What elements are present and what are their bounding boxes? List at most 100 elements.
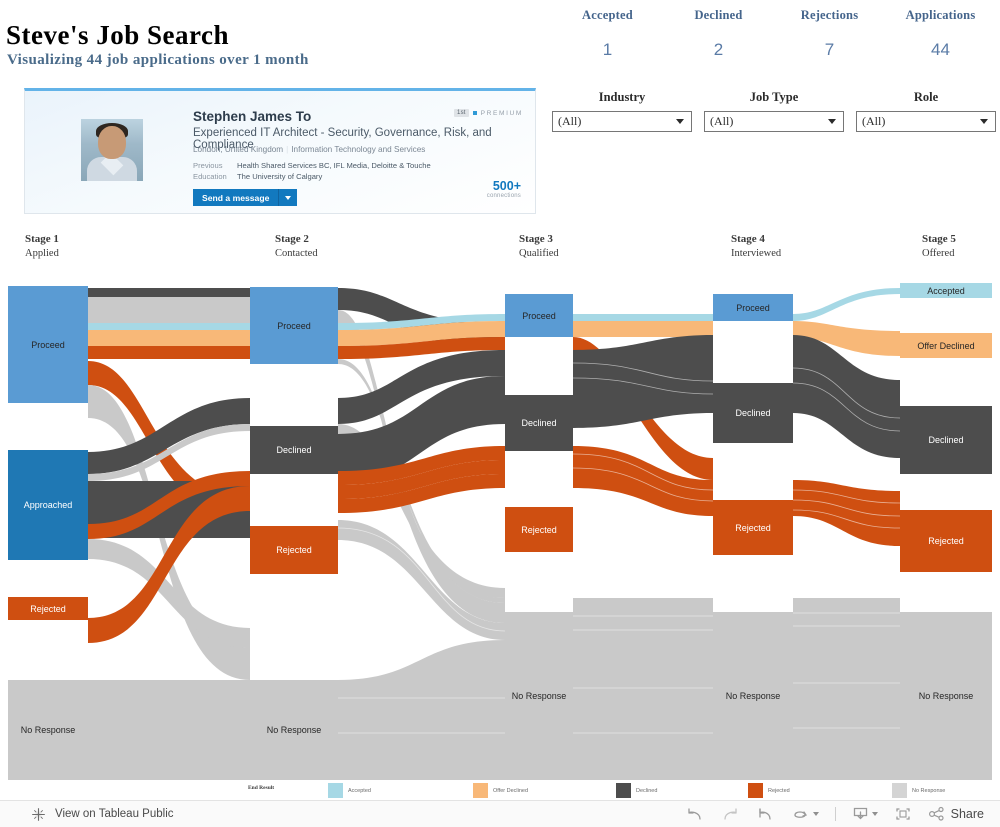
download-icon[interactable] xyxy=(852,806,878,822)
job-type-dropdown[interactable]: (All) xyxy=(704,111,844,132)
chevron-down-icon[interactable] xyxy=(279,195,297,200)
node-stage5-no-response[interactable]: No Response xyxy=(900,612,992,780)
legend-swatch-icon xyxy=(892,783,907,798)
fullscreen-icon[interactable] xyxy=(894,806,912,822)
connections-label: connections xyxy=(486,193,521,199)
view-on-tableau-public-button[interactable]: View on Tableau Public xyxy=(30,806,174,823)
job-type-dropdown-value: (All) xyxy=(710,114,734,128)
legend-swatch-icon xyxy=(328,783,343,798)
legend-item-declined[interactable]: Declined xyxy=(616,783,657,798)
legend-item-no-response[interactable]: No Response xyxy=(892,783,945,798)
avatar xyxy=(81,119,143,181)
toolbar-actions: Share xyxy=(686,806,984,822)
role-dropdown[interactable]: (All) xyxy=(856,111,996,132)
chevron-down-icon[interactable] xyxy=(812,812,819,816)
send-message-label: Send a message xyxy=(202,192,270,203)
undo-icon[interactable] xyxy=(686,807,705,822)
kpi-label: Rejections xyxy=(800,8,859,22)
node-stage2-proceed[interactable]: Proceed xyxy=(250,287,338,364)
kpi-accepted: Accepted 1 xyxy=(552,8,663,60)
profile-education-row: Education The University of Calgary xyxy=(193,172,431,181)
connections-block: 500+ connections xyxy=(487,179,521,199)
node-stage5-rejected[interactable]: Rejected xyxy=(900,510,992,572)
page-title: Steve's Job Search xyxy=(6,20,229,50)
node-stage1-rejected[interactable]: Rejected xyxy=(8,597,88,620)
kpi-label: Applications xyxy=(905,8,976,22)
linkedin-profile-card: Stephen James To Experienced IT Architec… xyxy=(24,88,536,214)
node-stage2-no-response[interactable]: No Response xyxy=(250,680,338,780)
legend-swatch-icon xyxy=(748,783,763,798)
send-message-button[interactable]: Send a message xyxy=(193,189,298,206)
dashboard-root: Steve's Job Search Visualizing 44 job ap… xyxy=(0,0,1000,827)
chevron-down-icon[interactable] xyxy=(871,812,878,816)
legend-swatch-icon xyxy=(473,783,488,798)
node-stage5-offer-declined[interactable]: Offer Declined xyxy=(900,333,992,358)
profile-previous-label: Previous xyxy=(193,161,223,170)
node-stage5-declined[interactable]: Declined xyxy=(900,406,992,474)
legend: End Result Accepted Offer Declined Decli… xyxy=(248,782,1000,800)
sankey-flows: .fProceed{fill:#5a9bd3}.fAcc{fill:#a6d8e… xyxy=(88,288,901,780)
profile-previous-value: Health Shared Services BC, IFL Media, De… xyxy=(237,161,431,170)
legend-label: Declined xyxy=(636,787,658,794)
node-stage3-rejected[interactable]: Rejected xyxy=(505,507,573,552)
node-stage4-no-response[interactable]: No Response xyxy=(713,612,793,780)
share-button[interactable]: Share xyxy=(928,806,984,822)
node-stage3-no-response[interactable]: No Response xyxy=(505,612,573,780)
industry-dropdown-value: (All) xyxy=(558,114,582,128)
filter-row: Industry (All) Job Type (All) Role (All) xyxy=(552,90,996,132)
chevron-down-icon xyxy=(676,119,684,124)
legend-label: Rejected xyxy=(768,787,790,794)
node-stage3-declined[interactable]: Declined xyxy=(505,395,573,451)
kpi-value: 1 xyxy=(602,40,613,59)
toolbar-divider xyxy=(834,807,836,821)
profile-previous-row: Previous Health Shared Services BC, IFL … xyxy=(193,161,431,170)
kpi-declined: Declined 2 xyxy=(663,8,774,60)
node-stage1-proceed[interactable]: Proceed xyxy=(8,286,88,403)
connections-count: 500+ xyxy=(492,179,521,193)
profile-name: Stephen James To xyxy=(193,109,312,124)
node-stage4-declined[interactable]: Declined xyxy=(713,383,793,443)
kpi-value: 44 xyxy=(931,40,950,59)
kpi-label: Accepted xyxy=(582,8,633,22)
chevron-down-icon xyxy=(828,119,836,124)
profile-location: London, United Kingdom xyxy=(193,145,284,154)
profile-industry: Information Technology and Services xyxy=(291,145,426,154)
node-stage3-proceed[interactable]: Proceed xyxy=(505,294,573,337)
legend-title: End Result xyxy=(248,785,275,791)
share-label: Share xyxy=(950,807,984,821)
profile-education-value: The University of Calgary xyxy=(237,172,323,181)
kpi-label: Declined xyxy=(694,8,743,22)
filter-label: Industry xyxy=(598,90,646,104)
page-subtitle: Visualizing 44 job applications over 1 m… xyxy=(7,52,309,68)
bottom-toolbar: View on Tableau Public Share xyxy=(0,800,1000,827)
node-stage2-rejected[interactable]: Rejected xyxy=(250,526,338,574)
kpi-applications: Applications 44 xyxy=(885,8,996,60)
tableau-logo-icon xyxy=(32,807,45,821)
sankey-chart: Stage 1 Applied Stage 2 Contacted Stage … xyxy=(0,228,1000,780)
legend-item-accepted[interactable]: Accepted xyxy=(328,783,371,798)
node-stage4-rejected[interactable]: Rejected xyxy=(713,500,793,555)
profile-education-label: Education xyxy=(193,172,227,181)
refresh-icon[interactable] xyxy=(791,807,819,822)
legend-item-rejected[interactable]: Rejected xyxy=(748,783,790,798)
legend-item-offer-declined[interactable]: Offer Declined xyxy=(473,783,528,798)
redo-icon[interactable] xyxy=(721,807,740,822)
node-stage1-approached[interactable]: Approached xyxy=(8,450,88,560)
legend-swatch-icon xyxy=(616,783,631,798)
view-on-tableau-public-label: View on Tableau Public xyxy=(55,808,174,820)
premium-label: PREMIUM xyxy=(480,109,523,117)
chevron-down-icon xyxy=(980,119,988,124)
kpi-rejections: Rejections 7 xyxy=(774,8,885,60)
node-stage1-no-response[interactable]: No Response xyxy=(8,680,88,780)
kpi-row: Accepted 1 Declined 2 Rejections 7 Appli… xyxy=(552,8,996,60)
filter-label: Role xyxy=(913,90,939,104)
filter-label: Job Type xyxy=(749,90,799,104)
node-stage5-accepted[interactable]: Accepted xyxy=(900,283,992,298)
filter-job-type: Job Type (All) xyxy=(704,90,844,132)
node-stage4-proceed[interactable]: Proceed xyxy=(713,294,793,321)
legend-label: No Response xyxy=(912,787,946,794)
node-stage2-declined[interactable]: Declined xyxy=(250,426,338,474)
revert-icon[interactable] xyxy=(756,807,775,822)
industry-dropdown[interactable]: (All) xyxy=(552,111,692,132)
connection-degree-badge: 1st xyxy=(454,109,469,117)
